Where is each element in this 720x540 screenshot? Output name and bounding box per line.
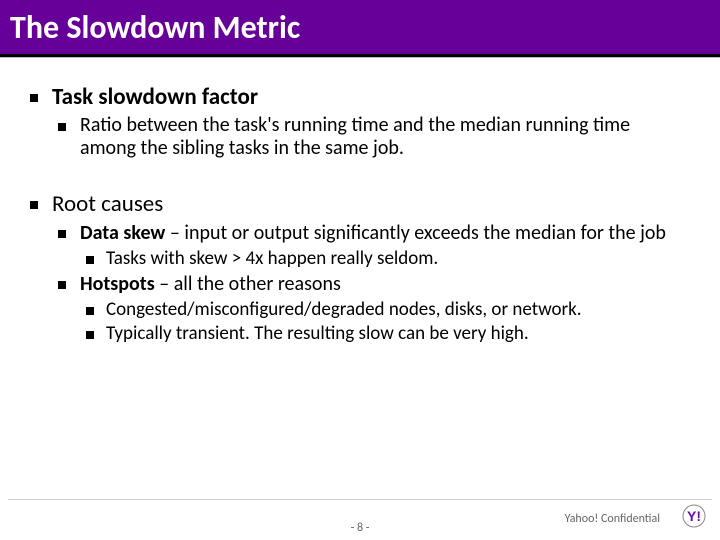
bullet-list: Task slowdown factor Ratio between the t… — [30, 84, 690, 344]
slide: The Slowdown Metric Task slowdown factor… — [0, 0, 720, 540]
bullet-text: Task slowdown factor — [52, 83, 258, 111]
bullet-l1: Task slowdown factor — [30, 84, 690, 110]
bullet-l3: Tasks with skew > 4x happen really seldo… — [86, 248, 690, 270]
bullet-text: Congested/misconfigured/degraded nodes, … — [106, 298, 582, 321]
page-number: - 8 - — [351, 521, 370, 535]
bullet-text: – input or output significantly exceeds … — [165, 221, 666, 245]
bullet-l2: Ratio between the task's running time an… — [58, 114, 690, 160]
bullet-text: Ratio between the task's running time an… — [80, 113, 630, 160]
bullet-text: Typically transient. The resulting slow … — [106, 322, 529, 345]
bullet-text: Tasks with skew > 4x happen really seldo… — [106, 247, 438, 270]
footer-divider — [8, 499, 712, 500]
bullet-bold: Hotspots — [80, 272, 155, 296]
bullet-l3: Congested/misconfigured/degraded nodes, … — [86, 299, 690, 321]
slide-title: The Slowdown Metric — [10, 8, 300, 47]
confidential-label: Yahoo! Confidential — [565, 512, 660, 526]
bullet-l3: Typically transient. The resulting slow … — [86, 323, 690, 345]
svg-text:Y!: Y! — [687, 508, 701, 524]
bullet-text: – all the other reasons — [155, 272, 341, 296]
bullet-l1: Root causes — [30, 191, 690, 217]
bullet-text: Root causes — [52, 190, 163, 218]
content-area: Task slowdown factor Ratio between the t… — [0, 64, 720, 344]
bullet-l2: Data skew – input or output significantl… — [58, 222, 690, 245]
title-underline-thin — [0, 57, 720, 58]
spacer — [30, 163, 690, 185]
bullet-bold: Data skew — [80, 221, 165, 245]
bullet-l2: Hotspots – all the other reasons — [58, 273, 690, 296]
yahoo-logo-icon: Y! — [672, 504, 706, 528]
title-band: The Slowdown Metric — [0, 0, 720, 54]
